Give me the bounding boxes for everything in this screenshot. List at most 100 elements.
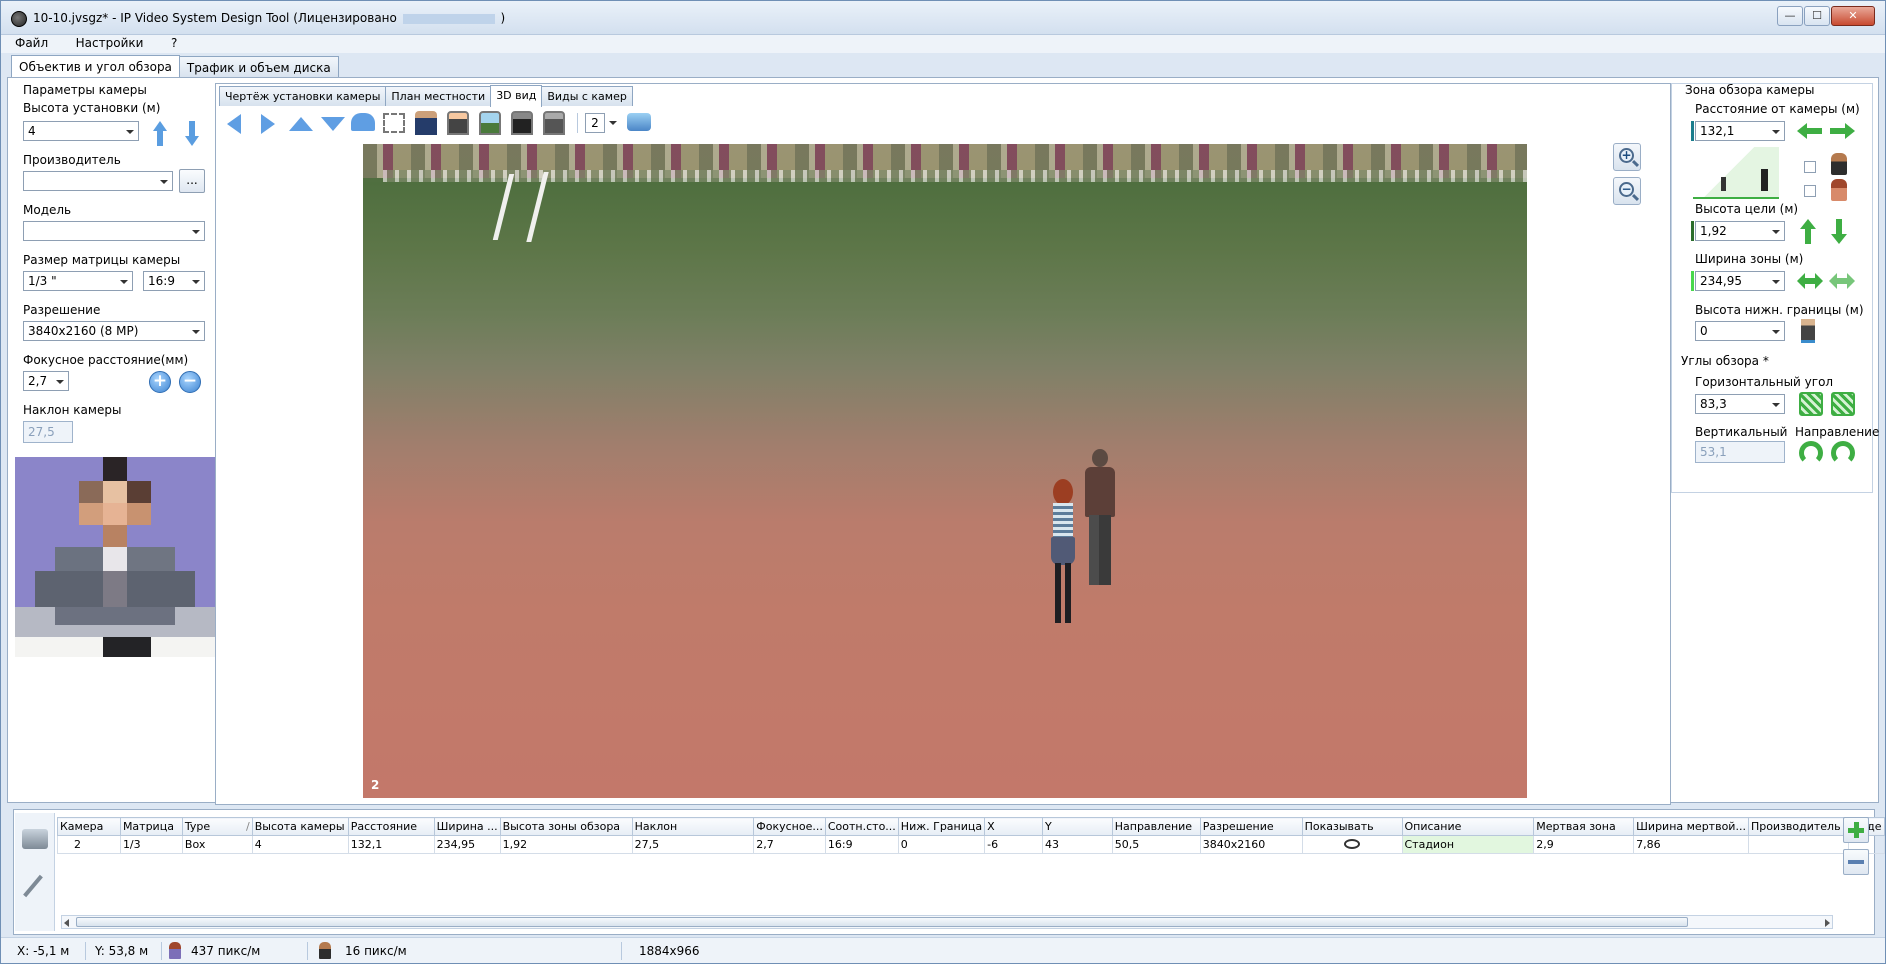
cell-manufacturer[interactable]	[1747, 835, 1849, 854]
fit-view-icon[interactable]	[383, 113, 405, 133]
3d-viewport[interactable]: 2	[363, 144, 1527, 798]
rotate-left-icon[interactable]	[227, 114, 241, 134]
remove-camera-button[interactable]	[1843, 849, 1869, 875]
add-camera-button[interactable]	[1843, 817, 1869, 843]
close-button[interactable]: ✕	[1831, 6, 1875, 26]
reset-view-icon[interactable]	[351, 113, 375, 131]
col-tilt[interactable]: Наклон	[631, 817, 755, 836]
col-show[interactable]: Показывать	[1301, 817, 1403, 836]
col-dead-zone-width[interactable]: Ширина мертвой...	[1633, 817, 1749, 836]
sensor-size-select[interactable]: 1/3 "	[23, 271, 133, 291]
edit-pen-icon[interactable]	[23, 874, 43, 898]
angle-expand-icon[interactable]	[1799, 392, 1823, 416]
lower-bound-select[interactable]: 0	[1695, 321, 1785, 341]
col-x[interactable]: X	[984, 817, 1043, 836]
observe-icon[interactable]	[479, 111, 501, 135]
cell-camera-height[interactable]: 4	[251, 835, 349, 854]
install-height-select[interactable]: 4	[23, 121, 139, 141]
cell-matrix[interactable]: 1/3	[119, 835, 183, 854]
manufacturer-browse-button[interactable]: ...	[179, 169, 205, 193]
woman-figure-icon[interactable]	[1831, 179, 1847, 201]
cell-dead-zone-width[interactable]: 7,86	[1633, 835, 1749, 854]
minimize-button[interactable]: —	[1777, 6, 1803, 26]
col-zone-height[interactable]: Высота зоны обзора	[499, 817, 633, 836]
menu-help[interactable]: ?	[157, 35, 187, 50]
manufacturer-select[interactable]	[23, 171, 173, 191]
eye-icon[interactable]	[1344, 839, 1361, 849]
cell-focal[interactable]: 2,7	[753, 835, 826, 854]
cell-width[interactable]: 234,95	[433, 835, 501, 854]
height-down-arrow-icon[interactable]	[183, 121, 201, 147]
col-direction[interactable]: Направление	[1111, 817, 1201, 836]
col-matrix[interactable]: Матрица	[119, 817, 183, 836]
camera-number-selector[interactable]: 2	[585, 113, 605, 133]
distance-decrease-arrow-icon[interactable]	[1797, 123, 1823, 139]
zoom-out-button[interactable]: −	[1613, 177, 1641, 205]
recognize-icon[interactable]	[511, 111, 533, 135]
col-camera[interactable]: Камера	[57, 817, 121, 836]
rotate-right-icon[interactable]	[261, 114, 275, 134]
cell-x[interactable]: -6	[984, 835, 1043, 854]
scroll-thumb[interactable]	[76, 917, 1688, 927]
scroll-left-icon[interactable]	[64, 919, 69, 927]
table-row[interactable]: 2 1/3 Box 4 132,1 234,95 1,92 27,5 2,7 1…	[57, 835, 1886, 854]
col-lower-bound[interactable]: Ниж. Граница	[897, 817, 986, 836]
cell-zone-height[interactable]: 1,92	[499, 835, 633, 854]
col-description[interactable]: Описание	[1401, 817, 1535, 836]
horizontal-angle-select[interactable]: 83,3	[1695, 394, 1785, 414]
zone-widen-arrows-icon[interactable]	[1797, 273, 1823, 289]
col-camera-height[interactable]: Высота камеры	[251, 817, 349, 836]
camera-dropdown-chevron-down-icon[interactable]	[609, 121, 617, 125]
height-up-arrow-icon[interactable]	[151, 121, 169, 147]
cell-description[interactable]: Стадион	[1401, 835, 1535, 854]
rotate-left-direction-icon[interactable]	[1799, 441, 1823, 465]
distance-select[interactable]: 132,1	[1695, 121, 1785, 141]
col-manufacturer[interactable]: Производитель	[1747, 817, 1849, 836]
maximize-button[interactable]: ☐	[1804, 6, 1830, 26]
focal-increase-plus-icon[interactable]: +	[149, 371, 171, 393]
cell-resolution[interactable]: 3840x2160	[1199, 835, 1303, 854]
cell-camera[interactable]: 2	[57, 835, 121, 854]
cell-type[interactable]: Box	[181, 835, 253, 854]
scroll-right-icon[interactable]	[1825, 919, 1830, 927]
tab-camera-views[interactable]: Виды с камер	[541, 86, 633, 106]
zone-narrow-arrows-icon[interactable]	[1829, 273, 1855, 289]
menu-settings[interactable]: Настройки	[62, 35, 154, 50]
distance-increase-arrow-icon[interactable]	[1829, 123, 1855, 139]
cell-dead-zone[interactable]: 2,9	[1533, 835, 1635, 854]
tab-lens-angle[interactable]: Объектив и угол обзора	[11, 55, 180, 79]
cell-direction[interactable]: 50,5	[1111, 835, 1201, 854]
rotate-right-direction-icon[interactable]	[1831, 441, 1855, 465]
cell-show[interactable]	[1301, 835, 1403, 854]
lower-bound-figure-icon[interactable]	[1801, 319, 1815, 343]
menu-file[interactable]: Файл	[1, 35, 58, 50]
target-height-down-arrow-icon[interactable]	[1831, 219, 1847, 245]
cell-lower-bound[interactable]: 0	[897, 835, 986, 854]
cell-distance[interactable]: 132,1	[347, 835, 435, 854]
camera-icon[interactable]	[627, 113, 651, 131]
col-aspect[interactable]: Соотн.сто...	[824, 817, 899, 836]
col-type[interactable]: Type /	[181, 817, 253, 836]
cell-aspect[interactable]: 16:9	[824, 835, 899, 854]
target-height-up-arrow-icon[interactable]	[1800, 219, 1816, 245]
show-woman-checkbox[interactable]	[1804, 185, 1816, 197]
cell-tilt[interactable]: 27,5	[631, 835, 755, 854]
person-figure-icon[interactable]	[415, 111, 437, 135]
model-select[interactable]	[23, 221, 205, 241]
col-focal[interactable]: Фокусное...	[753, 817, 826, 836]
face-id-icon[interactable]	[447, 111, 469, 135]
tab-installation-drawing[interactable]: Чертёж установки камеры	[219, 86, 387, 106]
col-y[interactable]: Y	[1041, 817, 1113, 836]
col-dead-zone[interactable]: Мертвая зона	[1533, 817, 1635, 836]
show-man-checkbox[interactable]	[1804, 161, 1816, 173]
focal-length-select[interactable]: 2,7	[23, 371, 69, 391]
focal-decrease-minus-icon[interactable]: −	[179, 371, 201, 393]
tilt-down-icon[interactable]	[321, 117, 345, 131]
resolution-select[interactable]: 3840x2160 (8 MP)	[23, 321, 205, 341]
tab-site-plan[interactable]: План местности	[385, 86, 492, 106]
angle-collapse-icon[interactable]	[1831, 392, 1855, 416]
tilt-up-icon[interactable]	[289, 117, 313, 131]
tab-3d-view[interactable]: 3D вид	[490, 85, 543, 107]
camera-list-icon[interactable]	[22, 829, 48, 849]
target-height-select[interactable]: 1,92	[1695, 221, 1785, 241]
